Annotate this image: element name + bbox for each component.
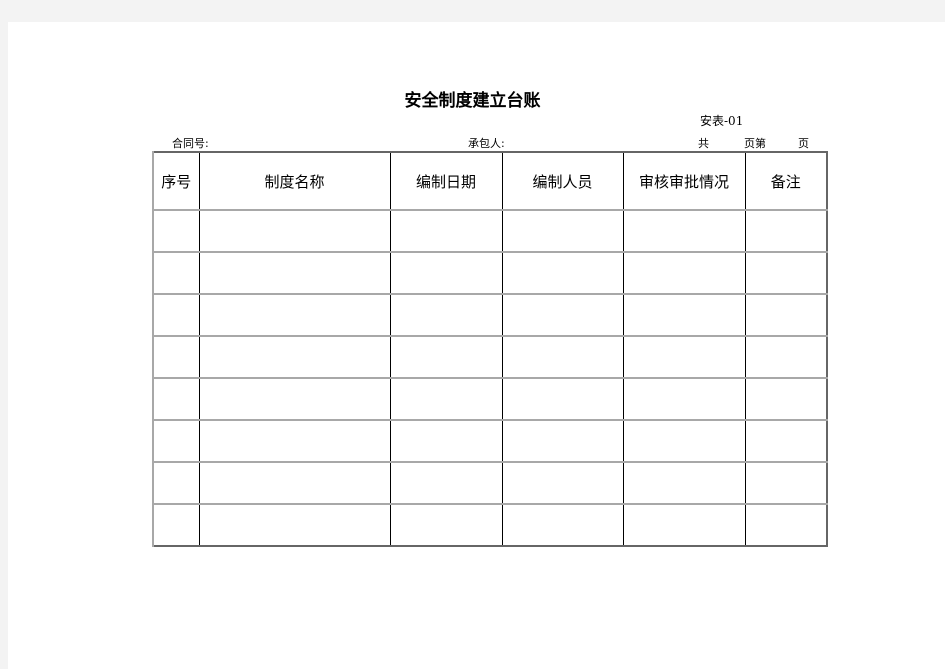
document-title: 安全制度建立台账	[404, 91, 541, 111]
table-row	[152, 209, 828, 253]
cell-date[interactable]	[389, 209, 503, 253]
header-policy-name: 制度名称	[198, 151, 391, 211]
cell-date[interactable]	[389, 503, 503, 547]
cell-approval[interactable]	[622, 335, 746, 379]
table-row	[152, 461, 828, 505]
cell-author[interactable]	[501, 251, 624, 295]
header-author: 编制人员	[501, 151, 624, 211]
cell-remarks[interactable]	[744, 461, 828, 505]
cell-author[interactable]	[501, 293, 624, 337]
cell-date[interactable]	[389, 335, 503, 379]
table-row	[152, 503, 828, 547]
cell-date[interactable]	[389, 377, 503, 421]
cell-author[interactable]	[501, 461, 624, 505]
cell-remarks[interactable]	[744, 503, 828, 547]
table-row	[152, 293, 828, 337]
cell-seq[interactable]	[152, 419, 200, 463]
table-row	[152, 335, 828, 379]
table-row	[152, 377, 828, 421]
cell-seq[interactable]	[152, 461, 200, 505]
page-label: 页	[798, 137, 809, 150]
cell-date[interactable]	[389, 461, 503, 505]
cell-date[interactable]	[389, 419, 503, 463]
form-code: 安表-01	[700, 114, 744, 128]
cell-author[interactable]	[501, 335, 624, 379]
cell-approval[interactable]	[622, 251, 746, 295]
cell-policy-name[interactable]	[198, 335, 391, 379]
header-date: 编制日期	[389, 151, 503, 211]
cell-policy-name[interactable]	[198, 293, 391, 337]
cell-remarks[interactable]	[744, 419, 828, 463]
cell-policy-name[interactable]	[198, 377, 391, 421]
header-approval: 审核审批情况	[622, 151, 746, 211]
cell-approval[interactable]	[622, 419, 746, 463]
cell-seq[interactable]	[152, 293, 200, 337]
table-row	[152, 419, 828, 463]
header-seq: 序号	[152, 151, 200, 211]
contract-no-label: 合同号:	[172, 137, 209, 150]
cell-approval[interactable]	[622, 293, 746, 337]
cell-approval[interactable]	[622, 209, 746, 253]
cell-date[interactable]	[389, 251, 503, 295]
cell-policy-name[interactable]	[198, 251, 391, 295]
cell-author[interactable]	[501, 503, 624, 547]
cell-policy-name[interactable]	[198, 461, 391, 505]
cell-author[interactable]	[501, 377, 624, 421]
cell-remarks[interactable]	[744, 209, 828, 253]
page-of-label: 页第	[744, 137, 766, 150]
total-pages-label: 共	[698, 137, 709, 150]
cell-author[interactable]	[501, 209, 624, 253]
cell-seq[interactable]	[152, 503, 200, 547]
cell-remarks[interactable]	[744, 293, 828, 337]
cell-approval[interactable]	[622, 377, 746, 421]
cell-policy-name[interactable]	[198, 419, 391, 463]
header-remarks: 备注	[744, 151, 828, 211]
cell-seq[interactable]	[152, 335, 200, 379]
cell-seq[interactable]	[152, 377, 200, 421]
table-row	[152, 251, 828, 295]
cell-seq[interactable]	[152, 251, 200, 295]
cell-remarks[interactable]	[744, 335, 828, 379]
header-row: 序号 制度名称 编制日期 编制人员 审核审批情况 备注	[152, 151, 828, 211]
cell-remarks[interactable]	[744, 251, 828, 295]
cell-policy-name[interactable]	[198, 503, 391, 547]
contractor-label: 承包人:	[468, 137, 505, 150]
cell-seq[interactable]	[152, 209, 200, 253]
cell-policy-name[interactable]	[198, 209, 391, 253]
cell-remarks[interactable]	[744, 377, 828, 421]
cell-author[interactable]	[501, 419, 624, 463]
cell-approval[interactable]	[622, 503, 746, 547]
cell-approval[interactable]	[622, 461, 746, 505]
ledger-table: 序号 制度名称 编制日期 编制人员 审核审批情况 备注	[152, 151, 828, 547]
cell-date[interactable]	[389, 293, 503, 337]
